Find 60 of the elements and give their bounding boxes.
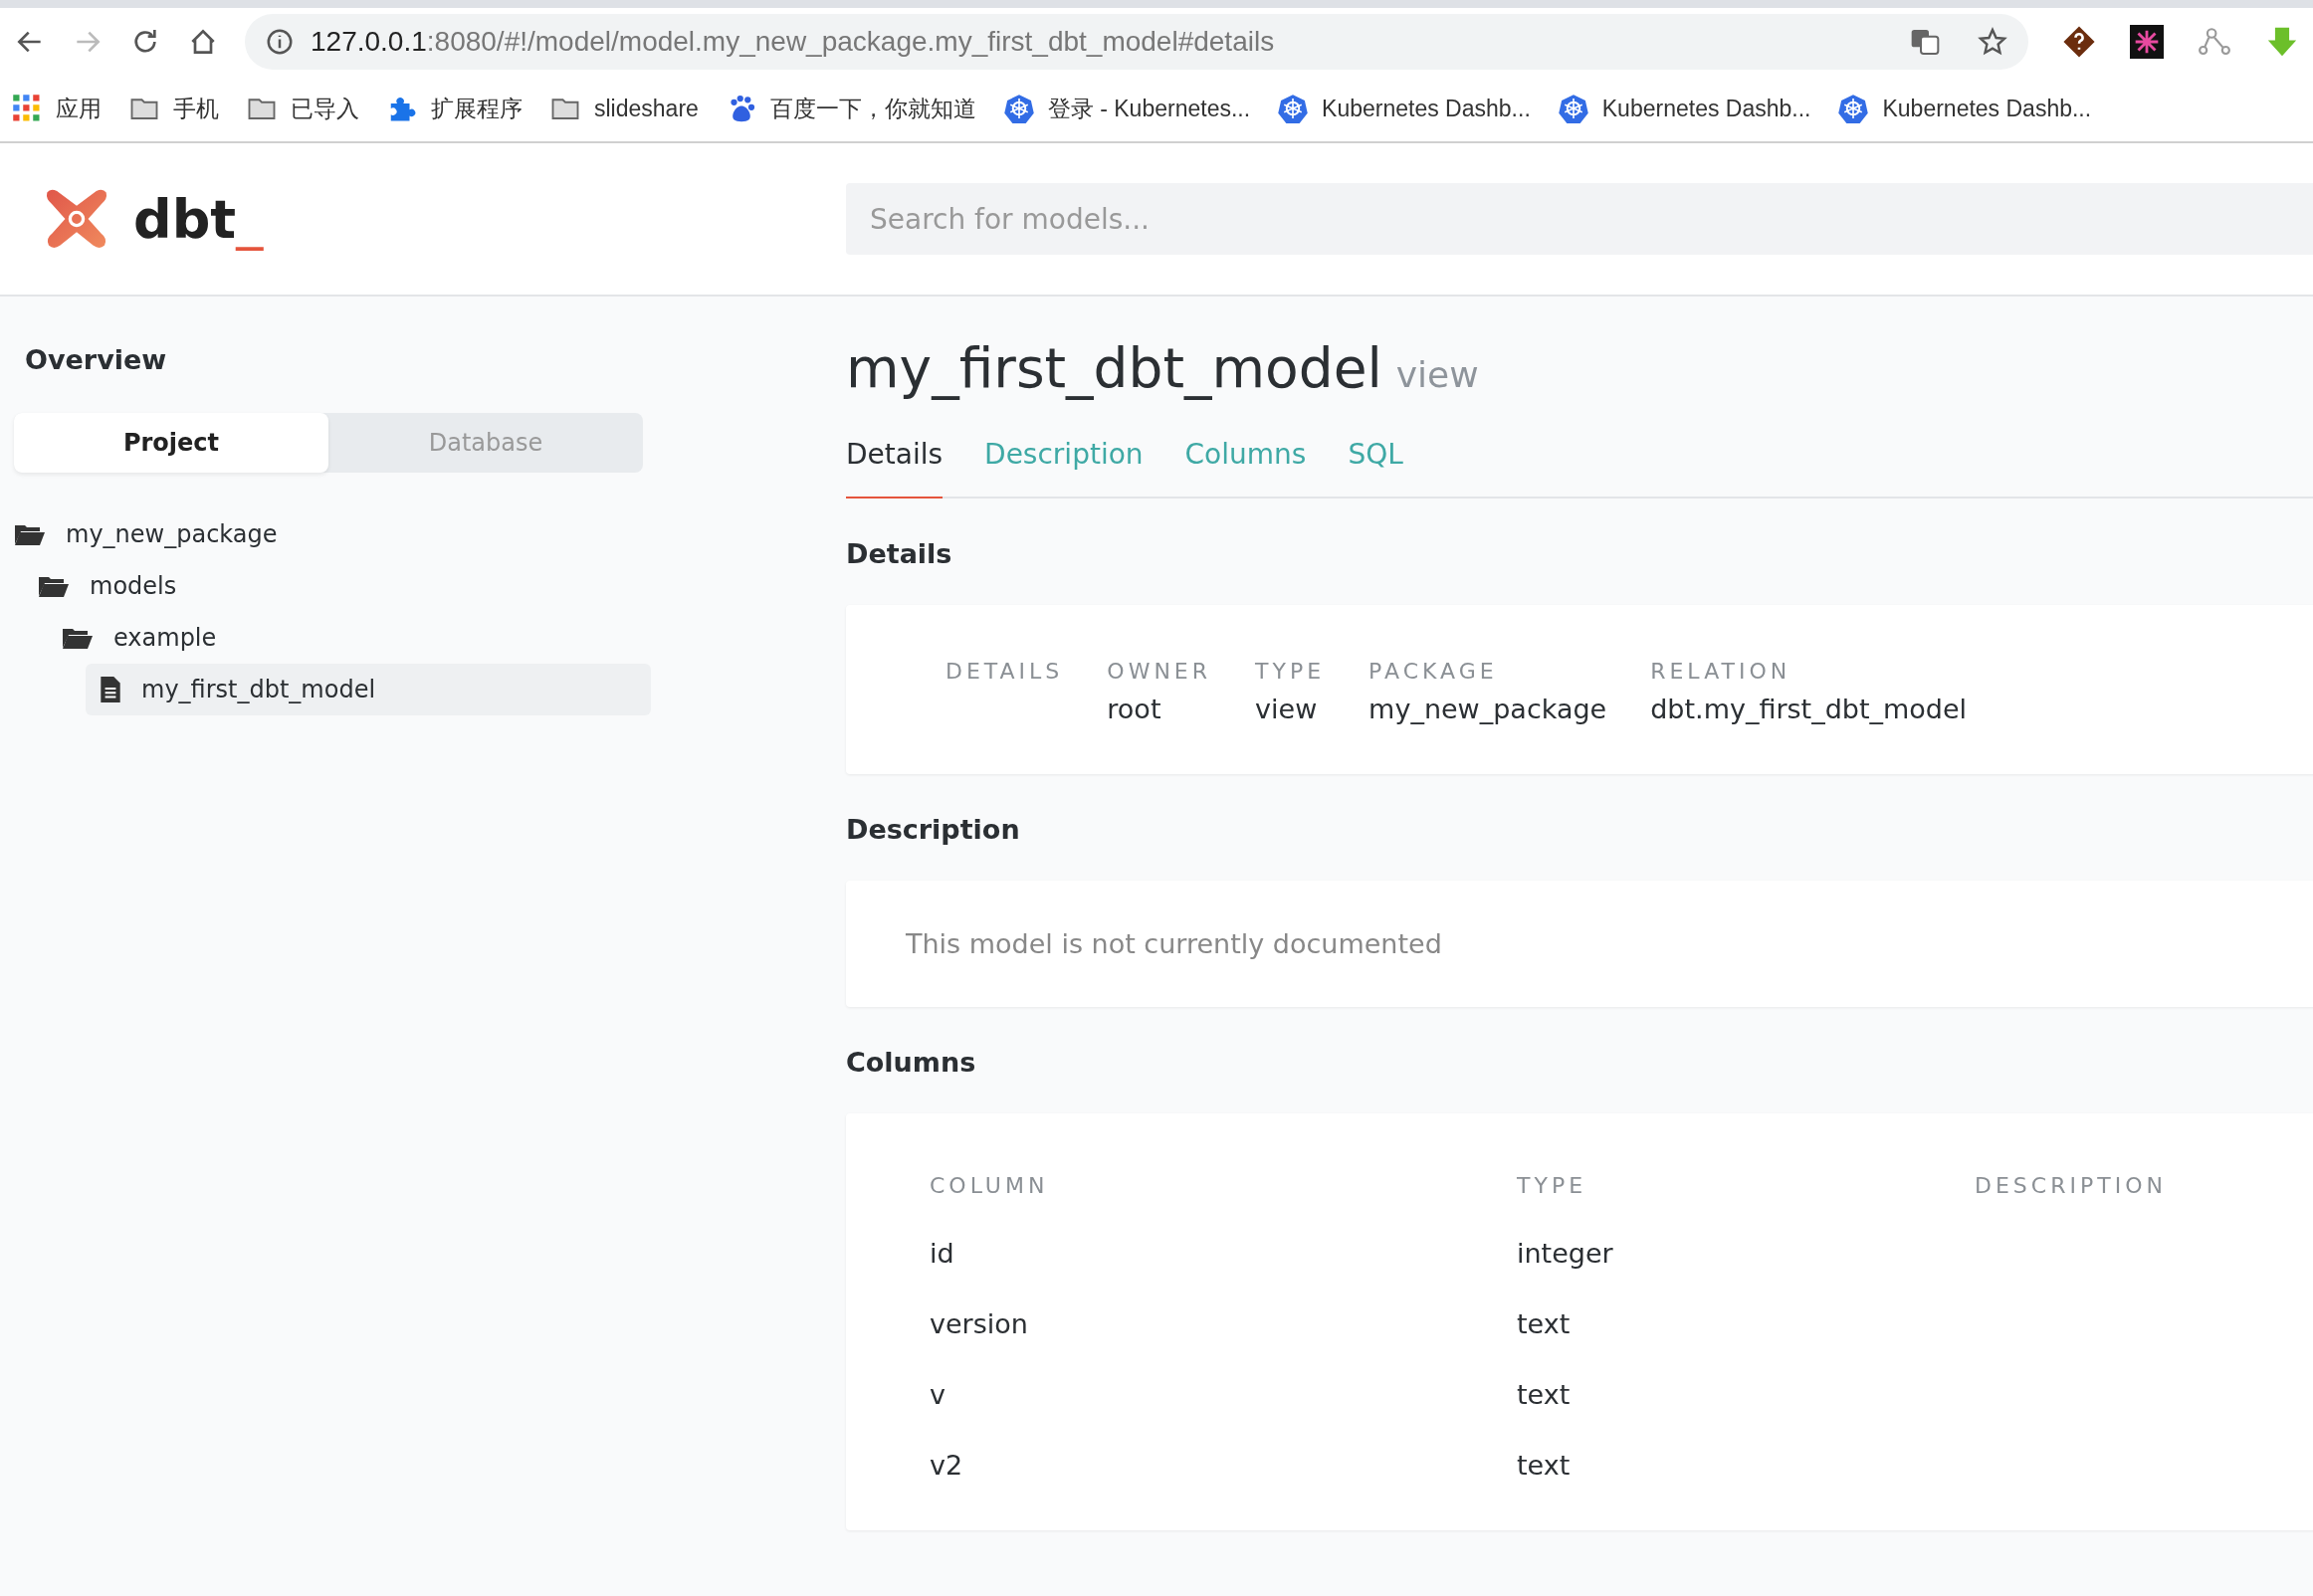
- document-icon: [100, 676, 121, 703]
- bookmark[interactable]: 手机: [129, 93, 219, 124]
- field-value: my_new_package: [1368, 694, 1607, 724]
- grid-icon: [12, 94, 42, 123]
- tree-item[interactable]: my_first_dbt_model: [86, 664, 651, 715]
- model-title: my_first_dbt_model: [846, 336, 1382, 400]
- section-heading: Description: [846, 814, 1021, 845]
- sparkle-icon[interactable]: [2130, 25, 2164, 59]
- tree-item[interactable]: example: [62, 612, 651, 664]
- bookmark[interactable]: 百度一下，你就知道: [726, 93, 976, 124]
- diamond-icon[interactable]: [2062, 25, 2096, 59]
- logo-text: dbt_: [133, 187, 264, 251]
- table-cell-text: text: [1517, 1308, 1572, 1339]
- table-cell-text: version: [930, 1308, 1029, 1339]
- tree-item[interactable]: my_new_package: [14, 508, 651, 560]
- sidebar-title: Overview: [25, 344, 168, 375]
- star-icon[interactable]: [1977, 26, 2008, 58]
- field-value: root: [1107, 694, 1162, 724]
- helm-wheel-icon: [1003, 94, 1034, 123]
- bookmark[interactable]: 扩展程序: [387, 93, 523, 124]
- helm-wheel-icon: [1278, 94, 1309, 123]
- bookmark[interactable]: Kubernetes Dashb...: [1558, 94, 1811, 123]
- column-header: COLUMN: [930, 1173, 1050, 1198]
- helm-wheel-icon: [1838, 94, 1869, 123]
- column-header: DESCRIPTION: [1975, 1173, 2168, 1198]
- table-cell-text: v2: [930, 1450, 964, 1481]
- bookmark[interactable]: Kubernetes Dashb...: [1838, 94, 2092, 123]
- table-cell-text: text: [1517, 1450, 1572, 1481]
- bookmark[interactable]: slideshare: [550, 94, 699, 123]
- field-value: view: [1255, 694, 1319, 724]
- search-field[interactable]: Search for models...: [846, 183, 2313, 255]
- field-label: TYPE: [1255, 659, 1326, 684]
- bookmark[interactable]: 应用: [12, 93, 102, 124]
- bookmark[interactable]: 已导入: [247, 93, 359, 124]
- model-type: view: [1395, 354, 1479, 395]
- section-tab[interactable]: Details: [846, 434, 944, 499]
- field-label: OWNER: [1107, 659, 1212, 684]
- section-heading: Details: [846, 538, 953, 569]
- info-icon[interactable]: [265, 27, 295, 57]
- table-cell-text: integer: [1517, 1238, 1614, 1269]
- helm-wheel-icon: [1558, 94, 1588, 123]
- open-folder-icon: [62, 626, 94, 650]
- open-folder-icon: [14, 522, 46, 546]
- open-folder-icon: [38, 574, 70, 598]
- field-label: RELATION: [1650, 659, 1792, 684]
- field-value: dbt.my_first_dbt_model: [1650, 694, 1968, 724]
- description-text: This model is not currently documented: [906, 928, 1442, 959]
- sidebar-tab[interactable]: Project: [14, 413, 328, 473]
- column-header: TYPE: [1517, 1173, 1588, 1198]
- field-label: PACKAGE: [1368, 659, 1499, 684]
- table-cell-text: text: [1517, 1379, 1572, 1410]
- table-cell-text: v: [930, 1379, 946, 1410]
- address-bar[interactable]: 127.0.0.1:8080/#!/model/model.my_new_package.my_first_dbt_model#details: [245, 14, 2028, 70]
- url-text: 127.0.0.1:8080/#!/model/model.my_new_package.my_first_dbt_model#details: [311, 26, 1276, 58]
- tree-item[interactable]: models: [38, 560, 651, 612]
- section-heading: Columns: [846, 1047, 977, 1078]
- field-label: DETAILS: [946, 659, 1064, 684]
- bookmark[interactable]: 登录 - Kubernetes...: [1003, 93, 1251, 124]
- table-cell-text: id: [930, 1238, 955, 1269]
- bookmark[interactable]: Kubernetes Dashb...: [1278, 94, 1531, 123]
